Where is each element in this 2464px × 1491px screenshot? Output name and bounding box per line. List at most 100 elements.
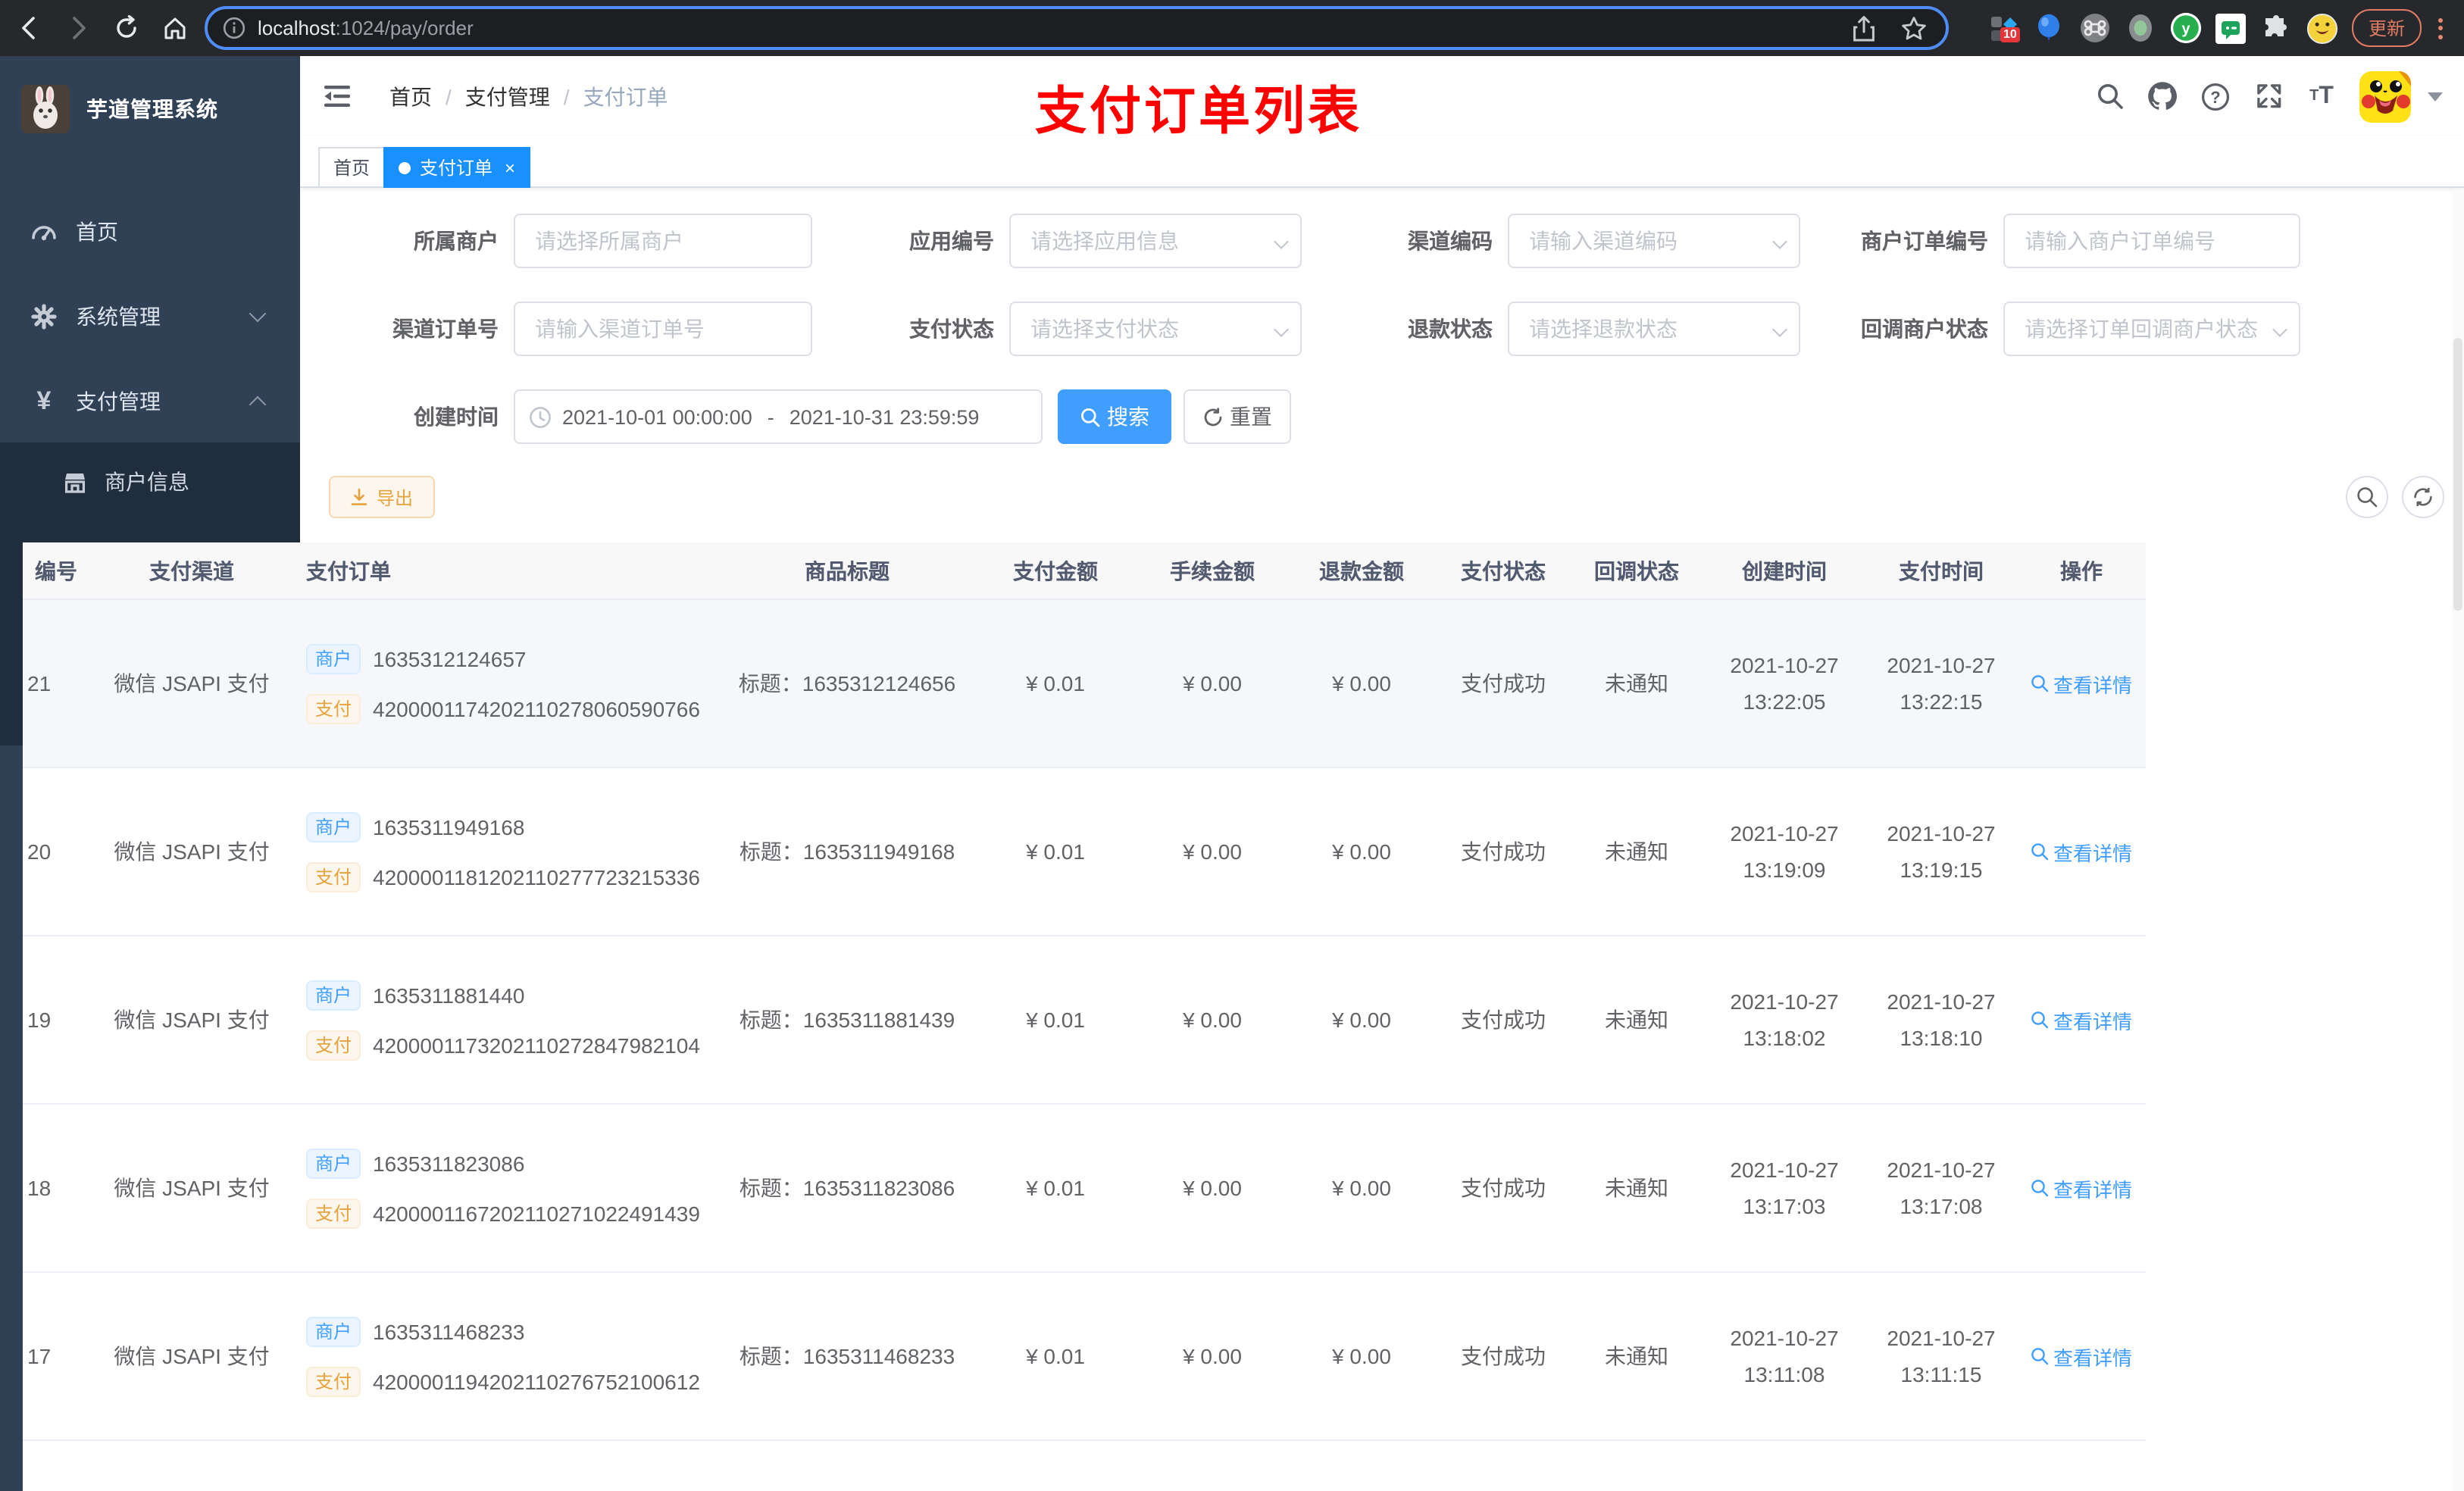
sidebar-item-label: 支付管理 bbox=[76, 389, 161, 414]
extension-icon-balloon[interactable] bbox=[2034, 12, 2065, 44]
avatar[interactable] bbox=[2359, 70, 2411, 122]
filter-label-notify-status: 回调商户状态 bbox=[1861, 317, 1988, 341]
sidebar-toggle-icon[interactable] bbox=[323, 82, 352, 111]
reset-button[interactable]: 重置 bbox=[1184, 389, 1291, 444]
merchant-order-no-input[interactable]: 请输入商户订单编号 bbox=[2003, 214, 2300, 268]
col-refund: 退款金额 bbox=[1319, 558, 1404, 583]
merchant-order-no: 1635311823086 bbox=[373, 1151, 525, 1175]
browser-profile-avatar[interactable] bbox=[2306, 12, 2338, 44]
navbar: 首页 / 支付管理 / 支付订单 支付订单列表 ? T T bbox=[300, 56, 2464, 141]
notify-status-select[interactable]: 请选择订单回调商户状态 bbox=[2003, 302, 2300, 356]
app-logo[interactable]: 芋道管理系统 bbox=[0, 71, 300, 147]
order-id: 20 bbox=[27, 839, 52, 864]
browser-forward-button[interactable] bbox=[58, 8, 97, 48]
date-separator: - bbox=[767, 405, 774, 428]
extension-icon-dot[interactable] bbox=[2125, 12, 2156, 44]
show-search-toggle-button[interactable] bbox=[2346, 476, 2388, 518]
notify-status: 未通知 bbox=[1605, 1176, 1668, 1200]
col-pay-time: 支付时间 bbox=[1899, 558, 1984, 583]
extension-icon-command[interactable] bbox=[2079, 12, 2111, 44]
merchant-order-no: 1635311468233 bbox=[373, 1319, 525, 1343]
table-row[interactable]: 21 微信 JSAPI 支付 商户 1635312124657 支付 4200001174… bbox=[23, 600, 2146, 768]
channel-code-select[interactable]: 请输入渠道编码 bbox=[1508, 214, 1800, 268]
merchant-select[interactable]: 请选择所属商户 bbox=[514, 214, 812, 268]
tab-home[interactable]: 首页 bbox=[318, 147, 386, 188]
font-size-icon[interactable]: TT bbox=[2306, 81, 2337, 111]
refund-status-select[interactable]: 请选择退款状态 bbox=[1508, 302, 1800, 356]
table-row[interactable]: 17 微信 JSAPI 支付 商户 1635311468233 支付 4200001194… bbox=[23, 1273, 2146, 1441]
view-detail-link[interactable]: 查看详情 bbox=[2031, 1342, 2132, 1371]
site-info-icon[interactable] bbox=[223, 17, 245, 39]
tab-pay-order[interactable]: 支付订单 × bbox=[383, 147, 531, 188]
breadcrumb-pay[interactable]: 支付管理 bbox=[465, 81, 550, 111]
search-icon[interactable] bbox=[2094, 81, 2125, 111]
search-icon bbox=[2031, 1348, 2049, 1365]
view-detail-link[interactable]: 查看详情 bbox=[2031, 669, 2132, 698]
pay-amount: ¥ 0.01 bbox=[1026, 1008, 1085, 1032]
gear-icon bbox=[30, 303, 58, 330]
sidebar-item-system[interactable]: 系统管理 bbox=[0, 279, 300, 355]
refresh-table-button[interactable] bbox=[2402, 476, 2444, 518]
page-title: 支付订单列表 bbox=[1035, 83, 1362, 141]
storefront-icon bbox=[61, 468, 88, 495]
pay-channel: 微信 JSAPI 支付 bbox=[114, 1008, 270, 1032]
fee-amount: ¥ 0.00 bbox=[1183, 671, 1242, 695]
bookmark-star-icon[interactable] bbox=[1900, 14, 1928, 42]
app-select[interactable]: 请选择应用信息 bbox=[1009, 214, 1302, 268]
col-status: 支付状态 bbox=[1461, 558, 1546, 583]
fullscreen-icon[interactable] bbox=[2253, 81, 2284, 111]
table-row[interactable]: 18 微信 JSAPI 支付 商户 1635311823086 支付 4200001167… bbox=[23, 1105, 2146, 1273]
browser-update-button[interactable]: 更新 bbox=[2351, 9, 2422, 47]
search-button[interactable]: 搜索 bbox=[1058, 389, 1171, 444]
product-title: 标题：1635312124656 bbox=[738, 671, 956, 695]
extension-icon-chat[interactable] bbox=[2215, 12, 2247, 44]
view-detail-link[interactable]: 查看详情 bbox=[2031, 1005, 2132, 1034]
caret-down-icon[interactable] bbox=[2428, 92, 2443, 101]
merchant-tag: 商户 bbox=[306, 1316, 361, 1346]
table-row[interactable]: 20 微信 JSAPI 支付 商户 1635311949168 支付 4200001181… bbox=[23, 768, 2146, 936]
pay-status-select[interactable]: 请选择支付状态 bbox=[1009, 302, 1302, 356]
sidebar-item-home[interactable]: 首页 bbox=[0, 194, 300, 270]
address-bar[interactable]: localhost:1024/pay/order bbox=[205, 6, 1949, 50]
close-icon[interactable]: × bbox=[505, 158, 515, 177]
extensions-puzzle-icon[interactable] bbox=[2261, 12, 2293, 44]
channel-order-no-input[interactable]: 请输入渠道订单号 bbox=[514, 302, 812, 356]
scrollbar[interactable] bbox=[2452, 192, 2464, 1491]
extension-icon-y-circle[interactable]: y bbox=[2170, 12, 2202, 44]
create-time: 13:18:02 bbox=[1743, 1026, 1826, 1050]
create-time-range-picker[interactable]: 2021-10-01 00:00:00 - 2021-10-31 23:59:5… bbox=[514, 389, 1043, 444]
extension-icon-grid[interactable]: 10 bbox=[1988, 12, 2020, 44]
pay-tag: 支付 bbox=[306, 1030, 361, 1060]
table-row[interactable]: 19 微信 JSAPI 支付 商户 1635311881440 支付 4200001173… bbox=[23, 936, 2146, 1105]
view-detail-link[interactable]: 查看详情 bbox=[2031, 1174, 2132, 1202]
pay-time: 13:11:15 bbox=[1900, 1362, 1982, 1386]
fee-amount: ¥ 0.00 bbox=[1183, 1008, 1242, 1032]
browser-home-button[interactable] bbox=[155, 8, 194, 48]
breadcrumb-current: 支付订单 bbox=[583, 84, 668, 108]
sidebar-item-merchant-info[interactable]: 商户信息 bbox=[0, 444, 300, 520]
merchant-tag: 商户 bbox=[306, 1148, 361, 1178]
browser-back-button[interactable] bbox=[9, 8, 48, 48]
merchant-order-no: 1635312124657 bbox=[373, 646, 527, 670]
pay-amount: ¥ 0.01 bbox=[1026, 839, 1085, 864]
merchant-order-no: 1635311881440 bbox=[373, 983, 525, 1007]
pay-amount: ¥ 0.01 bbox=[1026, 1176, 1085, 1200]
date-start: 2021-10-01 00:00:00 bbox=[562, 405, 752, 428]
filter-label-create-time: 创建时间 bbox=[414, 405, 499, 429]
export-button[interactable]: 导出 bbox=[329, 476, 435, 518]
chevron-down-icon bbox=[1274, 234, 1289, 249]
browser-reload-button[interactable] bbox=[106, 8, 145, 48]
scrollbar-thumb[interactable] bbox=[2453, 338, 2462, 611]
svg-text:y: y bbox=[2181, 20, 2190, 37]
table-row-partial[interactable]: 商户1635311354736 bbox=[23, 1441, 2146, 1491]
share-icon[interactable] bbox=[1852, 14, 1876, 42]
browser-menu-icon[interactable] bbox=[2435, 17, 2452, 39]
fee-amount: ¥ 0.00 bbox=[1183, 1344, 1242, 1368]
pay-time: 13:22:15 bbox=[1900, 689, 1983, 714]
view-detail-link[interactable]: 查看详情 bbox=[2031, 837, 2132, 866]
sidebar-item-pay[interactable]: ¥ 支付管理 bbox=[0, 364, 300, 439]
breadcrumb-home[interactable]: 首页 bbox=[389, 81, 432, 111]
date-end: 2021-10-31 23:59:59 bbox=[789, 405, 980, 428]
help-icon[interactable]: ? bbox=[2200, 81, 2231, 111]
github-icon[interactable] bbox=[2147, 81, 2178, 111]
